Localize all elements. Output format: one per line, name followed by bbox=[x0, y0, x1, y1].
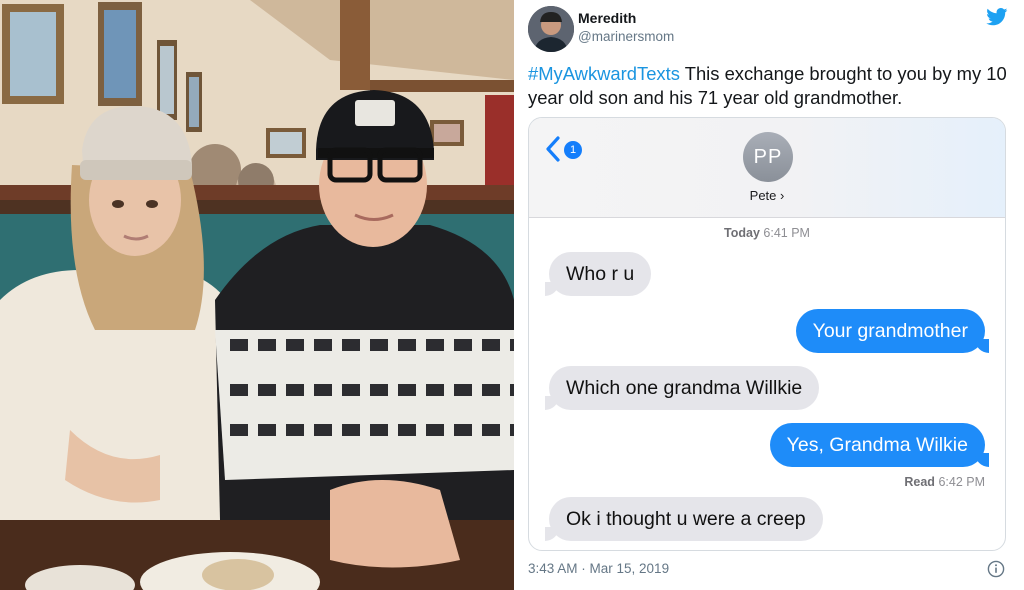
contact-avatar[interactable]: PP bbox=[743, 132, 793, 182]
read-time: 6:42 PM bbox=[938, 475, 985, 489]
read-label: Read bbox=[904, 475, 935, 489]
photo-illustration bbox=[0, 0, 514, 590]
unread-badge: 1 bbox=[564, 141, 582, 159]
date-label: Today bbox=[724, 226, 760, 240]
author-avatar[interactable] bbox=[528, 6, 574, 52]
message-bubble-incoming: Which one grandma Willkie bbox=[544, 366, 820, 410]
info-icon[interactable] bbox=[987, 560, 1005, 578]
imessage-header: 1 PP Pete › bbox=[529, 118, 1005, 218]
back-chevron-icon[interactable] bbox=[545, 136, 561, 162]
message-bubble-incoming: Who r u bbox=[544, 252, 652, 296]
author-handle[interactable]: @marinersmom bbox=[578, 29, 674, 44]
contact-name[interactable]: Pete › bbox=[529, 188, 1005, 203]
read-receipt: Read 6:42 PM bbox=[904, 475, 985, 489]
restaurant-photo bbox=[0, 0, 514, 590]
author-name[interactable]: Meredith bbox=[578, 10, 636, 26]
message-bubble-incoming: Ok i thought u were a creep bbox=[545, 497, 823, 541]
imessage-screenshot[interactable]: 1 PP Pete › Today 6:41 PM Who r u Your g… bbox=[528, 117, 1006, 551]
message-bubble-outgoing: Your grandmother bbox=[795, 309, 990, 353]
time-label: 6:41 PM bbox=[763, 226, 810, 240]
tweet-timestamp[interactable]: 3:43 AM · Mar 15, 2019 bbox=[528, 561, 669, 576]
hashtag-link[interactable]: #MyAwkwardTexts bbox=[528, 63, 680, 84]
conversation-timestamp: Today 6:41 PM bbox=[529, 226, 1005, 240]
twitter-bird-icon[interactable] bbox=[986, 8, 1008, 26]
tweet-text: #MyAwkwardTexts This exchange brought to… bbox=[528, 62, 1014, 110]
message-bubble-outgoing: Yes, Grandma Wilkie bbox=[769, 423, 990, 467]
